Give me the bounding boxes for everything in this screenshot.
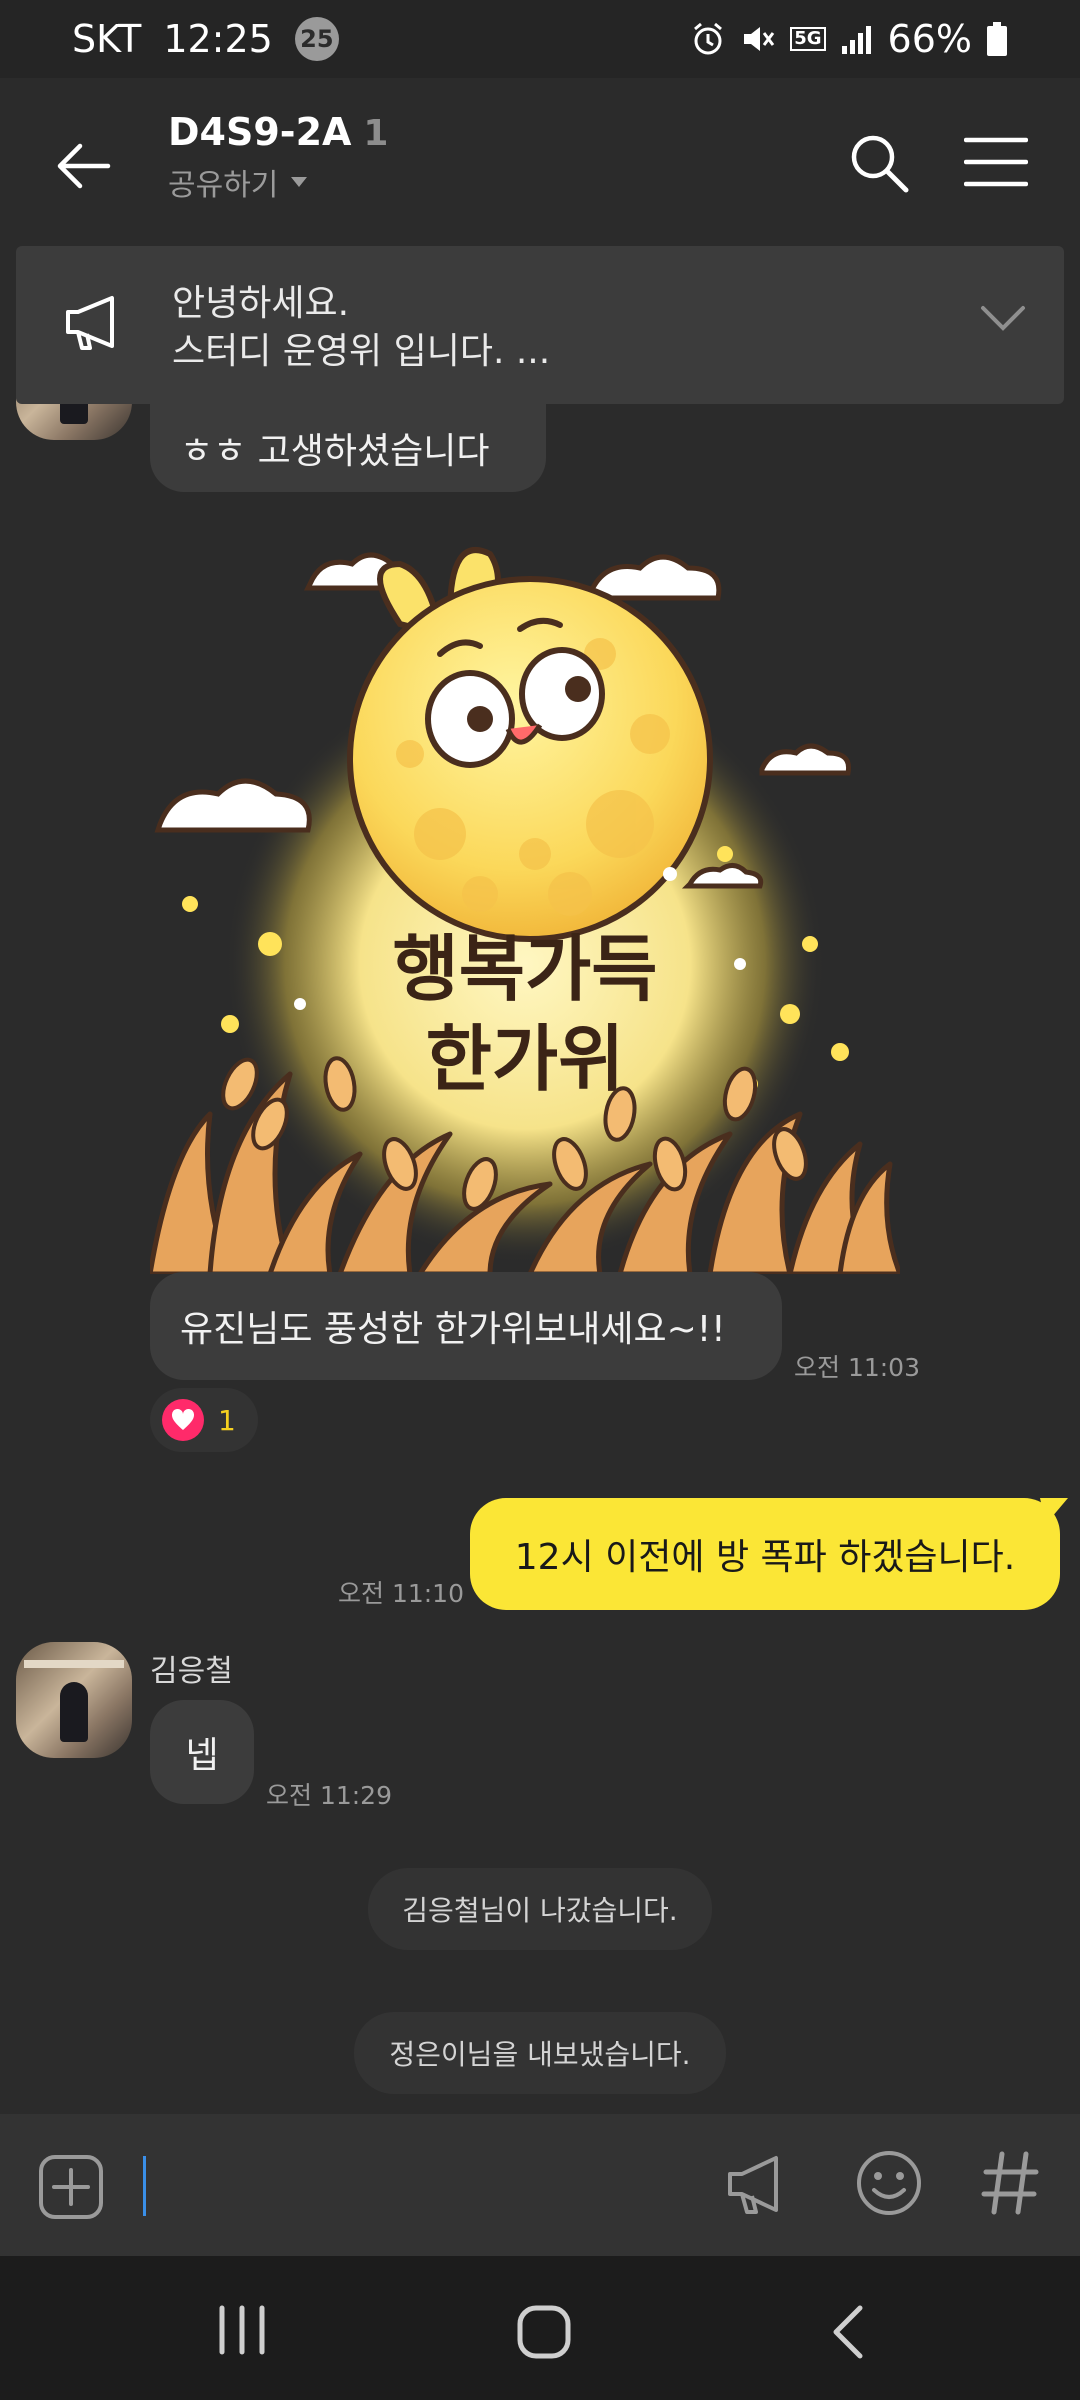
menu-icon[interactable]: [964, 132, 1028, 192]
message-time: 오전 11:29: [266, 1781, 392, 1810]
reaction-count: 1: [218, 1403, 236, 1437]
message-text: 넵: [185, 1735, 219, 1776]
sticker-caption-line-1: 행복가득: [393, 927, 658, 1011]
notice-line-2: 스터디 운영위 입니다. ...: [172, 331, 551, 372]
reaction-badge[interactable]: 1: [150, 1388, 258, 1452]
home-icon[interactable]: [514, 2302, 574, 2362]
notice-text: 안녕하세요. 스터디 운영위 입니다. ...: [172, 280, 550, 376]
battery-percent: 66%: [887, 17, 972, 61]
signal-icon: [841, 26, 871, 54]
megaphone-icon[interactable]: [722, 2148, 788, 2218]
carrier-label: SKT: [72, 17, 142, 61]
system-nav-bar: [0, 2256, 1080, 2400]
chat-header: D4S9-2A 1 공유하기: [0, 78, 1080, 248]
room-title-area[interactable]: D4S9-2A 1 공유하기: [168, 110, 388, 204]
message-text: ㅎㅎ 고생하셨습니다: [180, 431, 490, 472]
plus-icon[interactable]: [38, 2154, 104, 2220]
battery-icon: [987, 22, 1007, 56]
chevron-down-icon[interactable]: [980, 304, 1026, 332]
sticker-image[interactable]: 행복가득 한가위: [150, 524, 900, 1274]
hashtag-icon[interactable]: [980, 2148, 1040, 2218]
back-button[interactable]: [48, 130, 120, 202]
message-time: 오전 11:03: [794, 1353, 920, 1382]
bubble-tail: [1040, 1498, 1068, 1524]
system-message: 김응철님이 나갔습니다.: [368, 1868, 712, 1950]
notice-banner[interactable]: 안녕하세요. 스터디 운영위 입니다. ...: [16, 246, 1064, 404]
room-title: D4S9-2A: [168, 110, 352, 154]
notification-count-badge: 25: [294, 17, 339, 61]
system-message-text: 김응철님이 나갔습니다.: [402, 1894, 678, 1927]
message-input-bar: [0, 2114, 1080, 2256]
message-time: 오전 11:10: [338, 1579, 464, 1608]
message-text: 12시 이전에 방 폭파 하겠습니다.: [514, 1537, 1016, 1578]
notice-line-1: 안녕하세요.: [172, 283, 350, 324]
share-dropdown[interactable]: 공유하기: [168, 160, 388, 204]
sticker-caption-line-2: 한가위: [426, 1017, 625, 1101]
sender-name: 김응철: [150, 1654, 233, 1689]
recent-apps-icon[interactable]: [214, 2302, 270, 2358]
message-bubble[interactable]: 넵: [150, 1700, 254, 1804]
megaphone-icon: [66, 296, 114, 350]
message-input[interactable]: [143, 2156, 146, 2216]
chat-area[interactable]: ㅎㅎ 고생하셨습니다 행복가득 한가위 유진님도 풍성한 한가위보내세요~!! …: [0, 324, 1080, 2114]
system-message-text: 정은이님을 내보냈습니다.: [389, 2038, 691, 2071]
system-message: 정은이님을 내보냈습니다.: [354, 2012, 726, 2094]
member-count: 1: [363, 113, 389, 154]
my-message-bubble[interactable]: 12시 이전에 방 폭파 하겠습니다.: [470, 1498, 1060, 1610]
arrow-left-icon: [57, 143, 111, 189]
search-icon[interactable]: [846, 130, 912, 196]
back-nav-icon[interactable]: [826, 2302, 870, 2362]
alarm-icon: [694, 22, 723, 55]
heart-icon: [162, 1399, 204, 1441]
mute-icon: [744, 27, 775, 51]
clock: 12:25: [163, 17, 273, 61]
caret-down-icon: [291, 177, 308, 187]
message-bubble[interactable]: 유진님도 풍성한 한가위보내세요~!!: [150, 1272, 782, 1380]
emoji-icon[interactable]: [854, 2148, 924, 2218]
share-label: 공유하기: [168, 168, 279, 203]
status-bar: SKT 12:25 25 5G 66%: [0, 0, 1080, 78]
network-type-label: 5G: [790, 27, 826, 51]
message-text: 유진님도 풍성한 한가위보내세요~!!: [180, 1309, 726, 1350]
avatar[interactable]: [16, 1642, 132, 1758]
